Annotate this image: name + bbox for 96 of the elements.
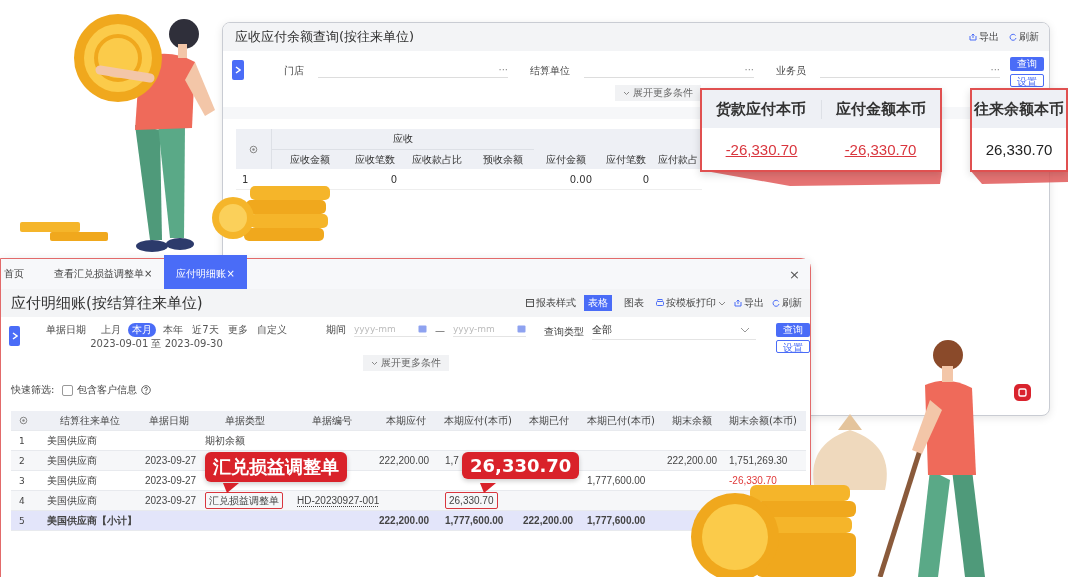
column-header: 应收金额 — [288, 152, 331, 167]
table-cell-text: 0.00 — [568, 173, 593, 185]
date-preset[interactable]: 更多 — [225, 323, 250, 337]
checkbox-label: 包含客户信息 — [77, 383, 138, 397]
amount-value: -26,330.70 — [724, 140, 799, 158]
table-cell: 美国供应商 — [47, 454, 97, 466]
print-button[interactable]: 按模板打印 — [656, 296, 726, 310]
table-cell: 汇兑损益调整单 — [205, 491, 283, 509]
date-range: 2023-09-01 至 2023-09-30 — [90, 337, 224, 351]
range-dash: — — [434, 324, 445, 336]
column-group-header: 应收 — [272, 129, 534, 150]
table-cell: 1,751,269.30 — [729, 455, 788, 466]
table-cell: 2023-09-27 — [145, 495, 197, 506]
column-header: 预收余额 — [482, 152, 524, 167]
refresh-button[interactable]: 刷新 — [1009, 30, 1039, 44]
column-header: 应付金额本币 — [834, 99, 927, 119]
row-number: 2 — [18, 455, 26, 466]
table-cell: 美国供应商【小计】 — [47, 514, 137, 526]
table-cell: 222,200.00 — [379, 515, 430, 526]
expand-button[interactable]: 展开更多条件 — [362, 355, 449, 371]
column-header: 单据类型 — [224, 413, 266, 428]
column-header: 单据日期 — [148, 413, 190, 428]
settings-button[interactable]: 设置 — [776, 340, 810, 353]
tab[interactable]: 首页 — [1, 259, 46, 289]
filter-label: 单据日期 — [46, 323, 87, 337]
column-header: 应收笔数 — [353, 152, 396, 167]
export-button[interactable]: 导出 — [969, 30, 999, 44]
column-header: 应付金额 — [544, 152, 587, 167]
table-cell: 美国供应商 — [47, 494, 97, 506]
table-cell: 1,7 — [445, 455, 459, 466]
query-type-select[interactable]: 全部 — [591, 323, 756, 340]
column-header: 货款应付本币 — [702, 99, 822, 119]
window-title: 应收应付余额查询(按往来单位) — [235, 28, 415, 46]
query-button[interactable]: 查询 — [776, 323, 810, 337]
row-number: 3 — [18, 475, 26, 486]
date-preset[interactable]: 自定义 — [254, 323, 289, 337]
quick-filter-label: 快速筛选: — [11, 383, 55, 397]
query-button[interactable]: 查询 — [1010, 57, 1044, 71]
column-header: 本期应付 — [385, 413, 427, 428]
row-number: 1 — [241, 173, 250, 185]
tab[interactable]: 应付明细账× — [164, 255, 247, 289]
view-toggle[interactable]: 表格 — [584, 295, 612, 311]
filter-label: 结算单位 — [530, 64, 570, 78]
table-cell: 2023-09-27 — [145, 455, 197, 466]
export-button[interactable]: 导出 — [734, 296, 764, 310]
input-field[interactable]: ··· — [820, 61, 1000, 78]
close-button[interactable]: × — [779, 259, 810, 289]
amount-value: -26,330.70 — [843, 140, 918, 158]
column-header: 期末余额 — [671, 413, 713, 428]
table-cell: 1,777,600.00 — [587, 515, 646, 526]
view-toggle[interactable]: 图表 — [620, 295, 648, 311]
filter-label: 查询类型 — [543, 324, 584, 339]
document-link[interactable]: HD-20230927-001 — [297, 495, 380, 506]
filter-label: 门店 — [284, 64, 304, 78]
expand-button[interactable]: 展开更多条件 — [615, 85, 701, 101]
table-cell: 期初余额 — [205, 434, 245, 446]
row-number: 1 — [18, 435, 26, 446]
table-cell: 美国供应商 — [47, 474, 97, 486]
filter-label: 业务员 — [776, 64, 806, 78]
page-title: 应付明细账(按结算往来单位) — [11, 293, 203, 313]
filter-label: 期间 — [325, 323, 346, 337]
table-cell: 26,330.70 — [445, 492, 498, 509]
date-preset[interactable]: 近7天 — [190, 323, 221, 337]
column-header: 单据编号 — [311, 413, 353, 428]
input-field[interactable]: ··· — [584, 61, 754, 78]
column-header: 应付款占 — [657, 152, 699, 167]
row-number: 5 — [18, 515, 26, 526]
column-header: 应收款占比 — [411, 152, 463, 167]
column-header: 本期已付 — [528, 413, 570, 428]
table-cell: 1,777,600.00 — [587, 475, 646, 486]
column-header: 本期已付(本币) — [586, 413, 656, 428]
column-header: 结算往来单位 — [59, 413, 121, 428]
callout-bubble: 26,330.70 — [462, 452, 580, 479]
table-cell: 2023-09-27 — [145, 475, 197, 486]
tab[interactable]: 查看汇兑损益调整单× — [46, 259, 161, 289]
table-cell: 222,200.00 — [523, 515, 574, 526]
column-header: 本期应付(本币) — [443, 413, 513, 428]
table-cell: 222,200.00 — [379, 455, 430, 466]
table-cell: -26,330.70 — [729, 475, 777, 486]
report-style-button[interactable]: 报表样式 — [526, 296, 576, 310]
table-cell: 222,200.00 — [667, 455, 718, 466]
settings-button[interactable]: 设置 — [1010, 74, 1044, 87]
table-cell-text: 0 — [641, 173, 650, 185]
table-cell-text: 0 — [389, 173, 398, 185]
input-field[interactable]: ··· — [318, 61, 508, 78]
date-preset[interactable]: 本月 — [128, 323, 157, 337]
date-preset[interactable]: 本年 — [161, 323, 186, 337]
date-preset[interactable]: 上月 — [99, 323, 124, 337]
column-header: 期末余额(本币) — [728, 413, 798, 428]
amount-value: 26,330.70 — [984, 140, 1054, 158]
table-cell: 美国供应商 — [47, 434, 97, 446]
refresh-button[interactable]: 刷新 — [772, 296, 802, 310]
row-number: 4 — [18, 495, 26, 506]
table-cell: 1,777,600.00 — [445, 515, 504, 526]
column-header: 应付笔数 — [604, 152, 647, 167]
column-header: 往来余额本币 — [973, 99, 1065, 119]
